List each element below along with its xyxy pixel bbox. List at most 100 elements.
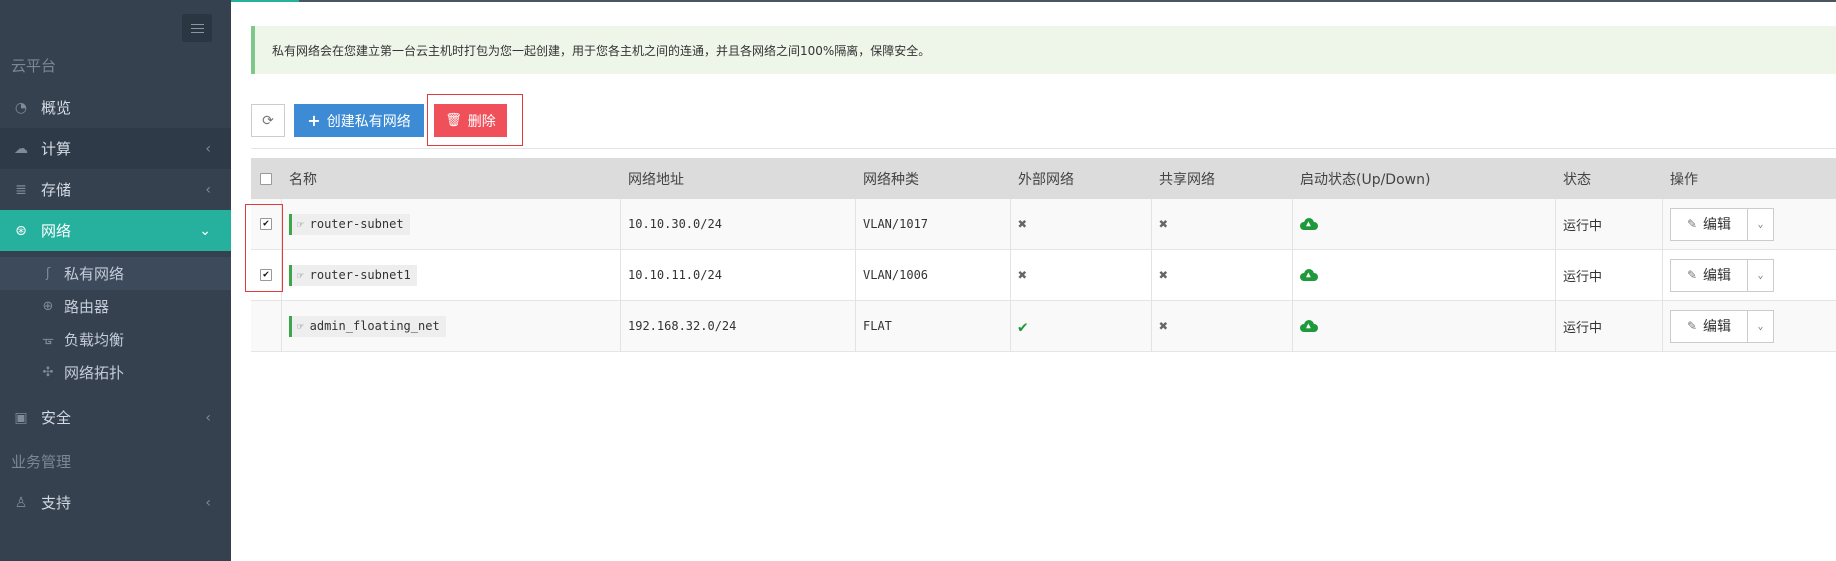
sidebar-subitem-load-balancer[interactable]: ᚗ 负载均衡 [0, 323, 231, 356]
network-status: 运行中 [1563, 320, 1603, 336]
edit-button[interactable]: ✎ 编辑 [1671, 208, 1748, 240]
header-action: 操作 [1670, 171, 1698, 188]
header-shared[interactable]: 共享网络 [1159, 158, 1215, 199]
x-icon: ✖ [1018, 215, 1028, 233]
network-name-text: admin_floating_net [309, 319, 440, 333]
chevron-down-icon: ⌄ [1757, 320, 1764, 332]
chevron-left-icon: ‹ [205, 140, 211, 157]
globe-icon: ⊕ [42, 299, 54, 314]
sidebar-item-overview[interactable]: ◔ 概览 [0, 87, 231, 128]
x-icon: ✖ [1018, 266, 1028, 284]
sidebar-item-support[interactable]: ♙ 支持 ‹ [0, 482, 231, 523]
plus-icon: + [307, 111, 321, 130]
cloud-icon: ☁ [14, 140, 28, 157]
chevron-down-icon: ⌄ [1757, 218, 1764, 230]
edit-button-group: ✎ 编辑 ⌄ [1670, 309, 1774, 343]
column-divider [1010, 199, 1011, 352]
header-type[interactable]: 网络种类 [863, 158, 919, 199]
network-name-text: router-subnet [309, 217, 404, 231]
hamburger-icon [190, 27, 204, 29]
table-row[interactable]: ☞ admin_floating_net 192.168.32.0/24 FLAT… [251, 301, 1836, 352]
sidebar-item-network[interactable]: ⊛ 网络 ⌄ [0, 210, 231, 251]
alert-text: 私有网络会在您建立第一台云主机时打包为您一起创建，用于您各主机之间的连通，并且各… [272, 43, 931, 58]
sidebar-heading-business: 业务管理 [11, 453, 72, 471]
select-all-checkbox[interactable] [260, 172, 272, 185]
table-row[interactable]: ✔ ☞ router-subnet 10.10.30.0/24 VLAN/1017… [251, 199, 1836, 250]
table-header: 名称 网络地址 网络种类 外部网络 共享网络 启动状态(Up/Down) 状态 … [251, 158, 1836, 199]
table-row[interactable]: ✔ ☞ router-subnet1 10.10.11.0/24 VLAN/100… [251, 250, 1836, 301]
toolbar-divider [251, 148, 1836, 149]
column-divider [620, 199, 621, 352]
top-border [231, 0, 1836, 2]
support-icon: ♙ [14, 494, 28, 511]
puzzle-icon: ✣ [42, 365, 54, 380]
sidebar-item-label: 网络 [41, 222, 72, 240]
sidebar-item-compute[interactable]: ☁ 计算 ‹ [0, 128, 231, 169]
info-alert: 私有网络会在您建立第一台云主机时打包为您一起创建，用于您各主机之间的连通，并且各… [251, 26, 1836, 74]
delete-button[interactable]: 🗑 删除 [434, 104, 507, 137]
dropdown-toggle-button[interactable]: ⌄ [1748, 311, 1773, 342]
sidebar-subitem-topology[interactable]: ✣ 网络拓扑 [0, 356, 231, 389]
dropdown-toggle-button[interactable]: ⌄ [1748, 209, 1773, 240]
edit-label: 编辑 [1703, 319, 1732, 335]
network-name[interactable]: ☞ router-subnet [289, 213, 410, 235]
network-name[interactable]: ☞ admin_floating_net [289, 315, 446, 337]
sidebar-item-security[interactable]: ▣ 安全 ‹ [0, 397, 231, 438]
sidebar-subitem-label: 网络拓扑 [64, 364, 125, 382]
database-icon: ≣ [15, 181, 27, 198]
top-accent [231, 0, 299, 2]
network-icon: ⊛ [15, 222, 27, 239]
sidebar-toggle-button[interactable] [182, 14, 212, 42]
sidebar-heading-cloud: 云平台 [11, 57, 57, 75]
sidebar-item-storage[interactable]: ≣ 存储 ‹ [0, 169, 231, 210]
sidebar-item-label: 安全 [41, 409, 72, 427]
network-status: 运行中 [1563, 218, 1603, 234]
check-icon: ✔ [1018, 316, 1028, 336]
hand-pointer-icon: ☞ [297, 319, 304, 333]
sidebar-item-label: 概览 [41, 99, 72, 117]
refresh-button[interactable]: ⟳ [251, 104, 285, 137]
network-status: 运行中 [1563, 269, 1603, 285]
edit-label: 编辑 [1703, 268, 1732, 284]
create-label: 创建私有网络 [326, 113, 411, 130]
sidebar-item-label: 支持 [41, 494, 72, 512]
network-type: VLAN/1006 [863, 268, 929, 282]
cloud-upload-icon: ▲ [1300, 320, 1318, 332]
rss-icon: ʃ [45, 266, 51, 281]
header-address[interactable]: 网络地址 [628, 158, 684, 199]
header-name[interactable]: 名称 [289, 158, 317, 199]
sidebar-subitem-private-network[interactable]: ʃ 私有网络 [0, 257, 231, 290]
edit-icon: ✎ [1686, 319, 1698, 333]
column-divider [1292, 199, 1293, 352]
hand-pointer-icon: ☞ [297, 268, 304, 282]
edit-icon: ✎ [1686, 217, 1698, 231]
delete-label: 删除 [467, 113, 496, 130]
header-admin-state[interactable]: 启动状态(Up/Down) [1300, 158, 1430, 199]
edit-button-group: ✎ 编辑 ⌄ [1670, 207, 1774, 241]
network-type: VLAN/1017 [863, 217, 929, 231]
sidebar-item-label: 存储 [41, 181, 72, 199]
chevron-left-icon: ‹ [205, 494, 211, 511]
checkbox-highlight-box [245, 204, 283, 292]
refresh-icon: ⟳ [262, 112, 274, 129]
edit-button[interactable]: ✎ 编辑 [1671, 259, 1748, 291]
x-icon: ✖ [1159, 266, 1169, 284]
edit-button[interactable]: ✎ 编辑 [1671, 310, 1748, 342]
cloud-upload-icon: ▲ [1300, 269, 1318, 281]
cloud-upload-icon: ▲ [1300, 218, 1318, 230]
sidebar-subitem-router[interactable]: ⊕ 路由器 [0, 290, 231, 323]
create-private-network-button[interactable]: + 创建私有网络 [294, 104, 424, 137]
column-divider [1662, 199, 1663, 352]
column-divider [1151, 199, 1152, 352]
column-divider [855, 199, 856, 352]
select-all-cell [260, 158, 272, 199]
header-external[interactable]: 外部网络 [1018, 158, 1074, 199]
header-status[interactable]: 状态 [1563, 158, 1591, 199]
hand-pointer-icon: ☞ [297, 217, 304, 231]
network-name-text: router-subnet1 [309, 268, 411, 282]
dropdown-toggle-button[interactable]: ⌄ [1748, 260, 1773, 291]
sidebar-item-label: 计算 [41, 140, 72, 158]
sitemap-icon: ᚗ [42, 332, 54, 347]
network-name[interactable]: ☞ router-subnet1 [289, 264, 417, 286]
chevron-left-icon: ‹ [205, 409, 211, 426]
